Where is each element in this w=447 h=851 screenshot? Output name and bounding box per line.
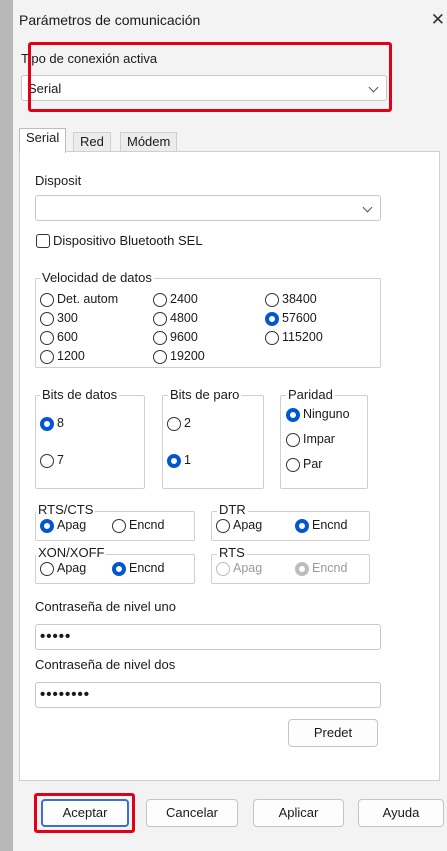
radio-stopbits-2[interactable] — [167, 417, 181, 431]
bluetooth-checkbox[interactable] — [36, 234, 50, 248]
radio-rts-on[interactable] — [295, 562, 309, 576]
radio-rate-115200[interactable] — [265, 331, 279, 345]
cancel-button[interactable]: Cancelar — [146, 799, 238, 827]
serial-panel: Disposit Dispositivo Bluetooth SEL Veloc… — [19, 151, 440, 781]
radio-dtr-on[interactable] — [295, 519, 309, 533]
dtr-off-label: Apag — [233, 518, 263, 532]
connection-type-value: Serial — [28, 81, 62, 96]
rate-2400-label: 2400 — [170, 292, 198, 306]
radio-xonxoff-off[interactable] — [40, 562, 54, 576]
data-bits-title: Bits de datos — [40, 387, 120, 402]
rate-115200-label: 115200 — [282, 330, 323, 344]
radio-rate-600[interactable] — [40, 331, 54, 345]
rts-cts-title: RTS/CTS — [36, 502, 96, 517]
password1-input[interactable]: ••••• — [35, 624, 381, 650]
radio-rate-38400[interactable] — [265, 293, 279, 307]
radio-dtr-off[interactable] — [216, 519, 230, 533]
rtscts-on-label: Encnd — [129, 518, 165, 532]
radio-rate-4800[interactable] — [153, 312, 167, 326]
xonxoff-off-label: Apag — [57, 561, 87, 575]
title-bar: Parámetros de comunicación ✕ — [13, 0, 447, 42]
connection-type-label: Tipo de conexión activa — [21, 51, 158, 66]
radio-rate-9600[interactable] — [153, 331, 167, 345]
radio-rate-300[interactable] — [40, 312, 54, 326]
password2-label: Contraseña de nivel dos — [35, 657, 176, 672]
dtr-title: DTR — [217, 502, 248, 517]
ok-button[interactable]: Aceptar — [41, 799, 129, 827]
password1-label: Contraseña de nivel uno — [35, 599, 176, 614]
xon-xoff-title: XON/XOFF — [36, 545, 107, 560]
radio-rate-auto[interactable] — [40, 293, 54, 307]
tab-bar: Serial Red Módem — [13, 126, 447, 153]
device-select[interactable] — [35, 195, 381, 221]
rts-off-label: Apag — [233, 561, 263, 575]
password2-value: •••••••• — [40, 686, 91, 703]
password1-value: ••••• — [40, 628, 72, 645]
rate-4800-label: 4800 — [170, 311, 198, 325]
data-rate-title: Velocidad de datos — [40, 270, 154, 285]
radio-xonxoff-on[interactable] — [112, 562, 126, 576]
rate-600-label: 600 — [57, 330, 78, 344]
rate-300-label: 300 — [57, 311, 78, 325]
rate-9600-label: 9600 — [170, 330, 198, 344]
stopbits-2-label: 2 — [184, 416, 191, 430]
stopbits-1-label: 1 — [184, 453, 191, 467]
close-icon[interactable]: ✕ — [431, 10, 445, 30]
radio-rate-19200[interactable] — [153, 350, 167, 364]
parity-even-label: Par — [303, 457, 323, 471]
radio-rate-2400[interactable] — [153, 293, 167, 307]
radio-databits-8[interactable] — [40, 417, 54, 431]
radio-databits-7[interactable] — [40, 454, 54, 468]
radio-rate-1200[interactable] — [40, 350, 54, 364]
window-title: Parámetros de comunicación — [19, 12, 201, 28]
connection-type-select[interactable]: Serial — [21, 75, 387, 101]
xonxoff-on-label: Encnd — [129, 561, 165, 575]
rate-57600-label: 57600 — [282, 311, 317, 325]
radio-rtscts-off[interactable] — [40, 519, 54, 533]
rate-auto-label: Det. autom — [57, 292, 119, 306]
tab-red[interactable]: Red — [73, 132, 111, 152]
stop-bits-title: Bits de paro — [168, 387, 242, 402]
radio-parity-none[interactable] — [286, 408, 300, 422]
rts-on-label: Encnd — [312, 561, 348, 575]
databits-8-label: 8 — [57, 416, 64, 430]
stop-bits-group — [162, 395, 264, 489]
rts-title: RTS — [217, 545, 247, 560]
rate-19200-label: 19200 — [170, 349, 205, 363]
dtr-on-label: Encnd — [312, 518, 348, 532]
defaults-button[interactable]: Predet — [288, 719, 378, 747]
help-button[interactable]: Ayuda — [358, 799, 444, 827]
parity-none-label: Ninguno — [303, 407, 350, 421]
radio-rts-off[interactable] — [216, 562, 230, 576]
password2-input[interactable]: •••••••• — [35, 682, 381, 708]
data-bits-group — [35, 395, 145, 489]
device-label: Disposit — [35, 173, 82, 188]
rate-1200-label: 1200 — [57, 349, 85, 363]
radio-rtscts-on[interactable] — [112, 519, 126, 533]
bluetooth-label: Dispositivo Bluetooth SEL — [53, 233, 203, 248]
tab-modem[interactable]: Módem — [120, 132, 178, 152]
apply-button[interactable]: Aplicar — [253, 799, 344, 827]
parity-odd-label: Impar — [303, 432, 335, 446]
rtscts-off-label: Apag — [57, 518, 87, 532]
chevron-down-icon — [362, 202, 373, 213]
radio-stopbits-1[interactable] — [167, 454, 181, 468]
radio-rate-57600[interactable] — [265, 312, 279, 326]
radio-parity-even[interactable] — [286, 458, 300, 472]
chevron-down-icon — [368, 82, 379, 93]
rate-38400-label: 38400 — [282, 292, 317, 306]
parity-title: Paridad — [286, 387, 335, 402]
communication-dialog: Parámetros de comunicación ✕ Tipo de con… — [13, 0, 447, 851]
tab-serial[interactable]: Serial — [19, 128, 67, 153]
radio-parity-odd[interactable] — [286, 433, 300, 447]
databits-7-label: 7 — [57, 453, 64, 467]
